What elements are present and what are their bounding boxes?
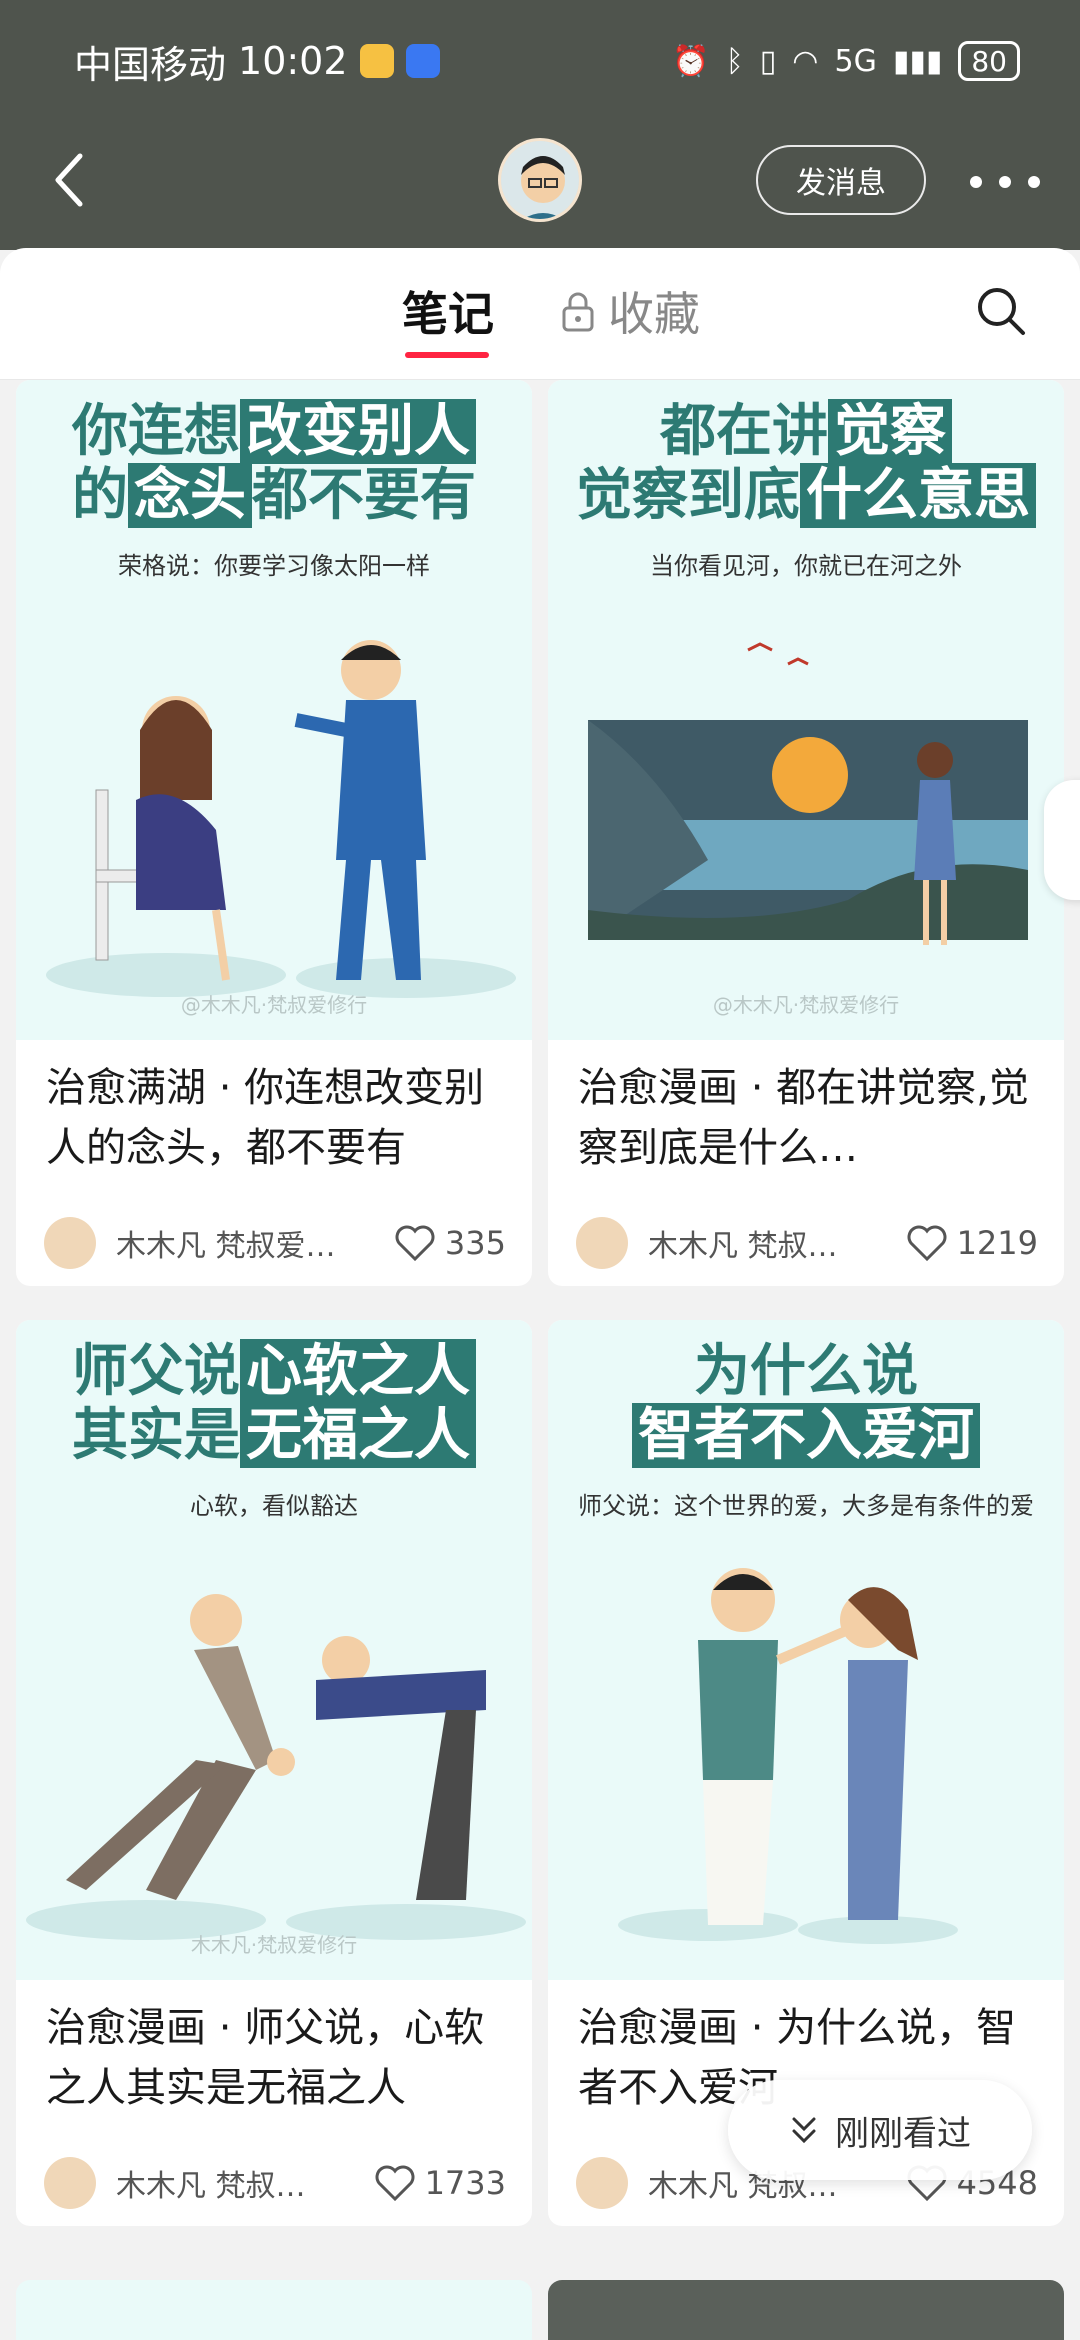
avatar[interactable] bbox=[498, 138, 582, 222]
note-card[interactable]: 师父说 心软之人 其实是 无福之人 心软，看似豁达 木木凡·梵叔爱修行 治愈漫画 ·… bbox=[16, 1320, 532, 2226]
note-card[interactable]: 你连想 改变别人 的念头 都不要有 荣格说：你要学习像太阳一样 @木木凡·梵叔爱… bbox=[16, 380, 532, 1286]
author-name[interactable]: 木木凡 梵叔爱… bbox=[116, 1221, 395, 1265]
like-button[interactable]: 1733 bbox=[375, 2164, 506, 2202]
profile-tabs: 笔记 收藏 bbox=[0, 248, 1080, 380]
battery-indicator: 80 bbox=[958, 41, 1020, 81]
note-cover: 师父说 心软之人 其实是 无福之人 心软，看似豁达 木木凡·梵叔爱修行 bbox=[16, 1320, 532, 1980]
recently-viewed-button[interactable]: 刚刚看过 bbox=[728, 2080, 1032, 2180]
heart-icon bbox=[907, 1225, 946, 1261]
heart-icon bbox=[395, 1225, 435, 1261]
recently-viewed-label: 刚刚看过 bbox=[835, 2113, 971, 2154]
like-button[interactable]: 335 bbox=[395, 1224, 506, 1262]
chevron-double-down-icon bbox=[792, 2117, 816, 2144]
alarm-icon: ⏰ bbox=[672, 43, 710, 79]
active-tab-indicator bbox=[405, 352, 489, 358]
note-card[interactable]: 都在讲 觉察 觉察到底 什么意思 当你看见河，你就已在河之外 @木木凡·梵叔爱修行 … bbox=[548, 380, 1064, 1286]
cover-headline: 师父说 心软之人 其实是 无福之人 bbox=[16, 1320, 532, 1468]
author-avatar[interactable] bbox=[44, 2157, 96, 2209]
note-card-partial[interactable] bbox=[16, 2280, 532, 2340]
bluetooth-icon: ᛒ bbox=[725, 43, 744, 79]
status-icons: ⏰ ᛒ ▯ ◠ 5G ▮▮▮ 80 bbox=[672, 41, 1020, 81]
note-cover bbox=[16, 2280, 532, 2340]
cover-subtitle: 师父说：这个世界的爱，大多是有条件的爱 bbox=[578, 1492, 1034, 1520]
note-cover: 为什么说 智者不入爱河 师父说：这个世界的爱，大多是有条件的爱 bbox=[548, 1320, 1064, 1980]
cover-illustration bbox=[46, 640, 516, 998]
tab-collections-label: 收藏 bbox=[608, 287, 700, 341]
notes-feed: 你连想 改变别人 的念头 都不要有 荣格说：你要学习像太阳一样 @木木凡·梵叔爱… bbox=[0, 380, 1080, 2340]
tab-notes[interactable]: 笔记 bbox=[402, 278, 494, 344]
profile-header: 中国移动 10:02 ⏰ ᛒ ▯ ◠ 5G ▮▮▮ 80 发消息 bbox=[0, 0, 1080, 250]
like-count: 335 bbox=[444, 1224, 506, 1262]
author-name[interactable]: 木木凡 梵叔… bbox=[116, 2161, 375, 2205]
notification-app-icon-2 bbox=[405, 44, 440, 78]
signal-icon: ▮▮▮ bbox=[892, 43, 943, 79]
author-name[interactable]: 木木凡 梵叔… bbox=[648, 1221, 907, 1265]
like-count: 1219 bbox=[956, 1224, 1038, 1262]
cover-subtitle: 当你看见河，你就已在河之外 bbox=[650, 552, 962, 580]
note-cover: 你连想 改变别人 的念头 都不要有 荣格说：你要学习像太阳一样 @木木凡·梵叔爱… bbox=[16, 380, 532, 1040]
cover-subtitle: 荣格说：你要学习像太阳一样 bbox=[118, 552, 430, 580]
note-meta: 木木凡 梵叔… 1733 bbox=[16, 2140, 532, 2226]
carrier-label: 中国移动 bbox=[74, 42, 227, 87]
cover-headline: 你连想 改变别人 的念头 都不要有 bbox=[72, 399, 476, 528]
author-avatar[interactable] bbox=[576, 2157, 628, 2209]
lock-icon bbox=[562, 292, 594, 332]
cover-watermark: @木木凡·梵叔爱修行 bbox=[712, 993, 900, 1017]
side-float-tab[interactable] bbox=[1044, 780, 1080, 900]
note-title[interactable]: 治愈漫画 · 师父说，心软之人其实是无福之人 bbox=[16, 1980, 532, 2140]
note-title[interactable]: 治愈满湖 · 你连想改变别人的念头，都不要有 bbox=[16, 1040, 532, 1200]
cover-illustration bbox=[26, 1594, 526, 1940]
note-meta: 木木凡 梵叔… 1219 bbox=[548, 1200, 1064, 1286]
vibrate-icon: ▯ bbox=[759, 43, 777, 79]
send-message-button[interactable]: 发消息 bbox=[756, 145, 926, 215]
note-title[interactable]: 治愈漫画 · 都在讲觉察,觉察到底是什么… bbox=[548, 1040, 1064, 1200]
status-bar: 中国移动 10:02 ⏰ ᛒ ▯ ◠ 5G ▮▮▮ 80 bbox=[74, 36, 1020, 87]
cover-watermark: 木木凡·梵叔爱修行 bbox=[190, 1933, 358, 1957]
like-button[interactable]: 1219 bbox=[907, 1224, 1038, 1262]
author-avatar[interactable] bbox=[576, 1217, 628, 1269]
notification-app-icon bbox=[359, 44, 394, 78]
search-icon[interactable] bbox=[975, 285, 1027, 337]
note-cover: 都在讲 觉察 觉察到底 什么意思 当你看见河，你就已在河之外 @木木凡·梵叔爱修行 bbox=[548, 380, 1064, 1040]
cover-illustration bbox=[618, 1568, 958, 1944]
cover-headline: 为什么说 智者不入爱河 bbox=[548, 1320, 1064, 1468]
network-type: 5G bbox=[834, 43, 877, 79]
cover-watermark: @木木凡·梵叔爱修行 bbox=[180, 993, 368, 1017]
cover-subtitle: 心软，看似豁达 bbox=[190, 1492, 358, 1520]
tab-collections[interactable]: 收藏 bbox=[560, 278, 700, 344]
cover-illustration bbox=[588, 642, 1028, 945]
author-avatar[interactable] bbox=[44, 1217, 96, 1269]
note-card-partial[interactable] bbox=[548, 2280, 1064, 2340]
note-meta: 木木凡 梵叔爱… 335 bbox=[16, 1200, 532, 1286]
note-cover bbox=[548, 2280, 1064, 2340]
wifi-icon: ◠ bbox=[792, 43, 819, 79]
back-arrow-icon[interactable] bbox=[50, 150, 90, 210]
cover-headline: 都在讲 觉察 觉察到底 什么意思 bbox=[548, 380, 1064, 528]
more-icon[interactable] bbox=[970, 170, 1040, 194]
heart-icon bbox=[375, 2165, 414, 2201]
clock: 10:02 bbox=[238, 39, 348, 83]
like-count: 1733 bbox=[424, 2164, 506, 2202]
